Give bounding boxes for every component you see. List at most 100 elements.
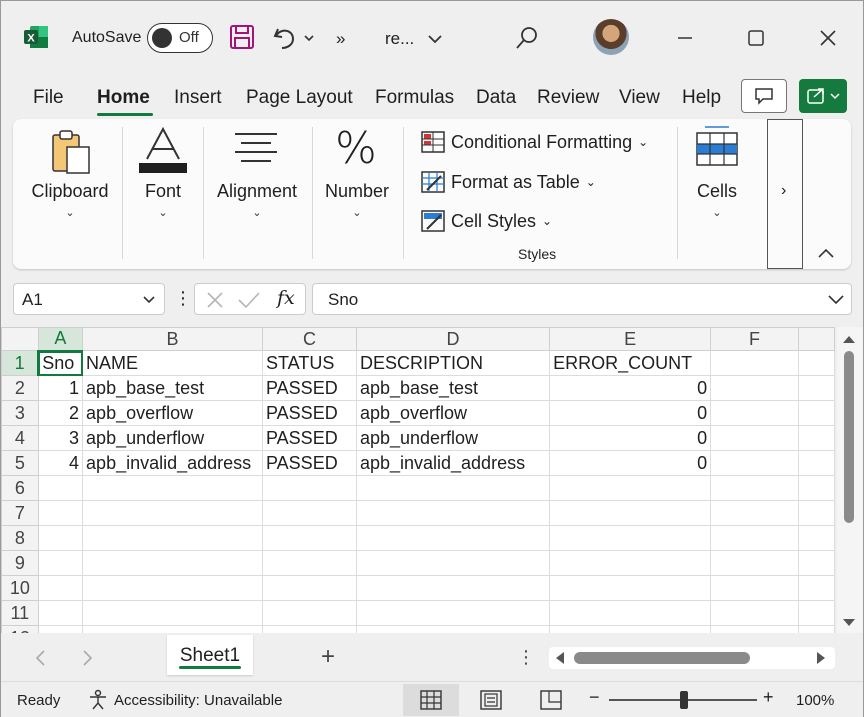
cell-e4[interactable]: 0 <box>549 425 712 451</box>
user-avatar[interactable] <box>593 19 629 55</box>
cell[interactable] <box>355 475 551 501</box>
cell[interactable] <box>262 475 357 501</box>
sheet-tab-sheet1[interactable]: Sheet1 <box>167 635 253 675</box>
cell[interactable] <box>37 625 84 633</box>
cell-c5[interactable]: PASSED <box>262 450 357 476</box>
cell-a3[interactable]: 2 <box>37 400 84 426</box>
cell-f5[interactable] <box>710 450 799 476</box>
row-header[interactable]: 10 <box>1 575 39 601</box>
share-button[interactable] <box>799 79 847 113</box>
cell[interactable] <box>549 525 712 551</box>
column-header-f[interactable]: F <box>710 327 799 351</box>
clipboard-group-label[interactable]: Clipboard <box>29 181 111 202</box>
formula-input[interactable]: Sno <box>312 283 852 315</box>
conditional-formatting-button[interactable]: Conditional Formatting ⌄ <box>421 131 648 153</box>
cell-e5[interactable]: 0 <box>549 450 712 476</box>
row-header[interactable]: 2 <box>1 375 39 401</box>
cell[interactable] <box>549 600 712 626</box>
zoom-out-button[interactable]: − <box>589 687 600 708</box>
cell-c3[interactable]: PASSED <box>262 400 357 426</box>
tab-page-layout[interactable]: Page Layout <box>246 87 353 109</box>
normal-view-button[interactable] <box>403 684 459 716</box>
cell-d1[interactable]: DESCRIPTION <box>355 350 551 376</box>
scroll-down-icon[interactable] <box>841 617 857 629</box>
cell[interactable] <box>262 575 357 601</box>
more-commands-button[interactable]: » <box>336 29 345 49</box>
cell-b4[interactable]: apb_underflow <box>82 425 263 451</box>
select-all-corner[interactable] <box>1 327 39 351</box>
cell-d5[interactable]: apb_invalid_address <box>355 450 551 476</box>
column-header-a[interactable]: A <box>37 327 84 352</box>
cell[interactable] <box>37 525 84 551</box>
cell[interactable] <box>82 625 263 633</box>
column-header-e[interactable]: E <box>549 327 712 351</box>
document-menu-chevron-icon[interactable] <box>427 33 443 45</box>
maximize-icon[interactable] <box>747 29 765 47</box>
row-header[interactable]: 4 <box>1 425 39 451</box>
cell[interactable] <box>710 600 799 626</box>
cell-a4[interactable]: 3 <box>37 425 84 451</box>
cell[interactable] <box>37 600 84 626</box>
cell-a1[interactable]: Sno <box>37 350 84 376</box>
cell[interactable] <box>82 475 263 501</box>
cell-b2[interactable]: apb_base_test <box>82 375 263 401</box>
cell[interactable] <box>262 525 357 551</box>
autosave-toggle[interactable]: Off <box>147 23 213 53</box>
percent-icon[interactable]: % <box>335 123 377 174</box>
cell[interactable] <box>710 625 799 633</box>
previous-sheet-icon[interactable] <box>33 649 47 667</box>
cell[interactable] <box>549 500 712 526</box>
zoom-level[interactable]: 100% <box>796 692 834 709</box>
sheet-options-icon[interactable]: ⋮ <box>517 647 535 668</box>
zoom-slider-thumb[interactable] <box>680 691 688 709</box>
column-header-c[interactable]: C <box>262 327 357 351</box>
cell[interactable] <box>549 550 712 576</box>
tab-view[interactable]: View <box>619 87 660 109</box>
cells-icon[interactable] <box>695 125 739 169</box>
cell[interactable] <box>262 625 357 633</box>
undo-icon[interactable] <box>271 23 299 51</box>
cell[interactable] <box>355 600 551 626</box>
cell-a5[interactable]: 4 <box>37 450 84 476</box>
cell[interactable] <box>797 575 835 601</box>
search-icon[interactable] <box>515 26 539 50</box>
cell[interactable] <box>262 500 357 526</box>
cell-d4[interactable]: apb_underflow <box>355 425 551 451</box>
confirm-entry-icon[interactable] <box>237 290 261 310</box>
comments-button[interactable] <box>741 79 787 113</box>
cell[interactable] <box>82 600 263 626</box>
tab-review[interactable]: Review <box>537 87 599 109</box>
cell-g5[interactable] <box>797 450 835 476</box>
column-header-d[interactable]: D <box>355 327 551 351</box>
cell[interactable] <box>797 500 835 526</box>
horizontal-scroll-thumb[interactable] <box>574 652 750 664</box>
cell-f4[interactable] <box>710 425 799 451</box>
cell-g3[interactable] <box>797 400 835 426</box>
cancel-entry-icon[interactable] <box>205 290 225 310</box>
tab-help[interactable]: Help <box>682 87 721 109</box>
cells-chevron-icon[interactable]: ⌄ <box>710 206 724 219</box>
cell-styles-button[interactable]: Cell Styles ⌄ <box>421 210 552 232</box>
ribbon-more-button[interactable]: › <box>767 119 803 269</box>
cell-e2[interactable]: 0 <box>549 375 712 401</box>
next-sheet-icon[interactable] <box>81 649 95 667</box>
scroll-right-icon[interactable] <box>815 651 827 665</box>
row-header[interactable]: 7 <box>1 500 39 526</box>
vertical-scroll-thumb[interactable] <box>844 351 854 523</box>
alignment-icon[interactable] <box>233 131 279 167</box>
cell[interactable] <box>355 625 551 633</box>
cell-c1[interactable]: STATUS <box>262 350 357 376</box>
row-header[interactable]: 5 <box>1 450 39 476</box>
cell[interactable] <box>797 525 835 551</box>
minimize-icon[interactable] <box>676 29 694 47</box>
row-header[interactable]: 6 <box>1 475 39 501</box>
cell-e1[interactable]: ERROR_COUNT <box>549 350 712 376</box>
column-header-g[interactable] <box>797 327 835 351</box>
accessibility-icon[interactable] <box>87 689 109 711</box>
row-header[interactable]: 8 <box>1 525 39 551</box>
cell[interactable] <box>82 525 263 551</box>
cell[interactable] <box>37 550 84 576</box>
cell[interactable] <box>797 600 835 626</box>
row-header[interactable]: 12 <box>1 625 39 633</box>
cell[interactable] <box>262 550 357 576</box>
